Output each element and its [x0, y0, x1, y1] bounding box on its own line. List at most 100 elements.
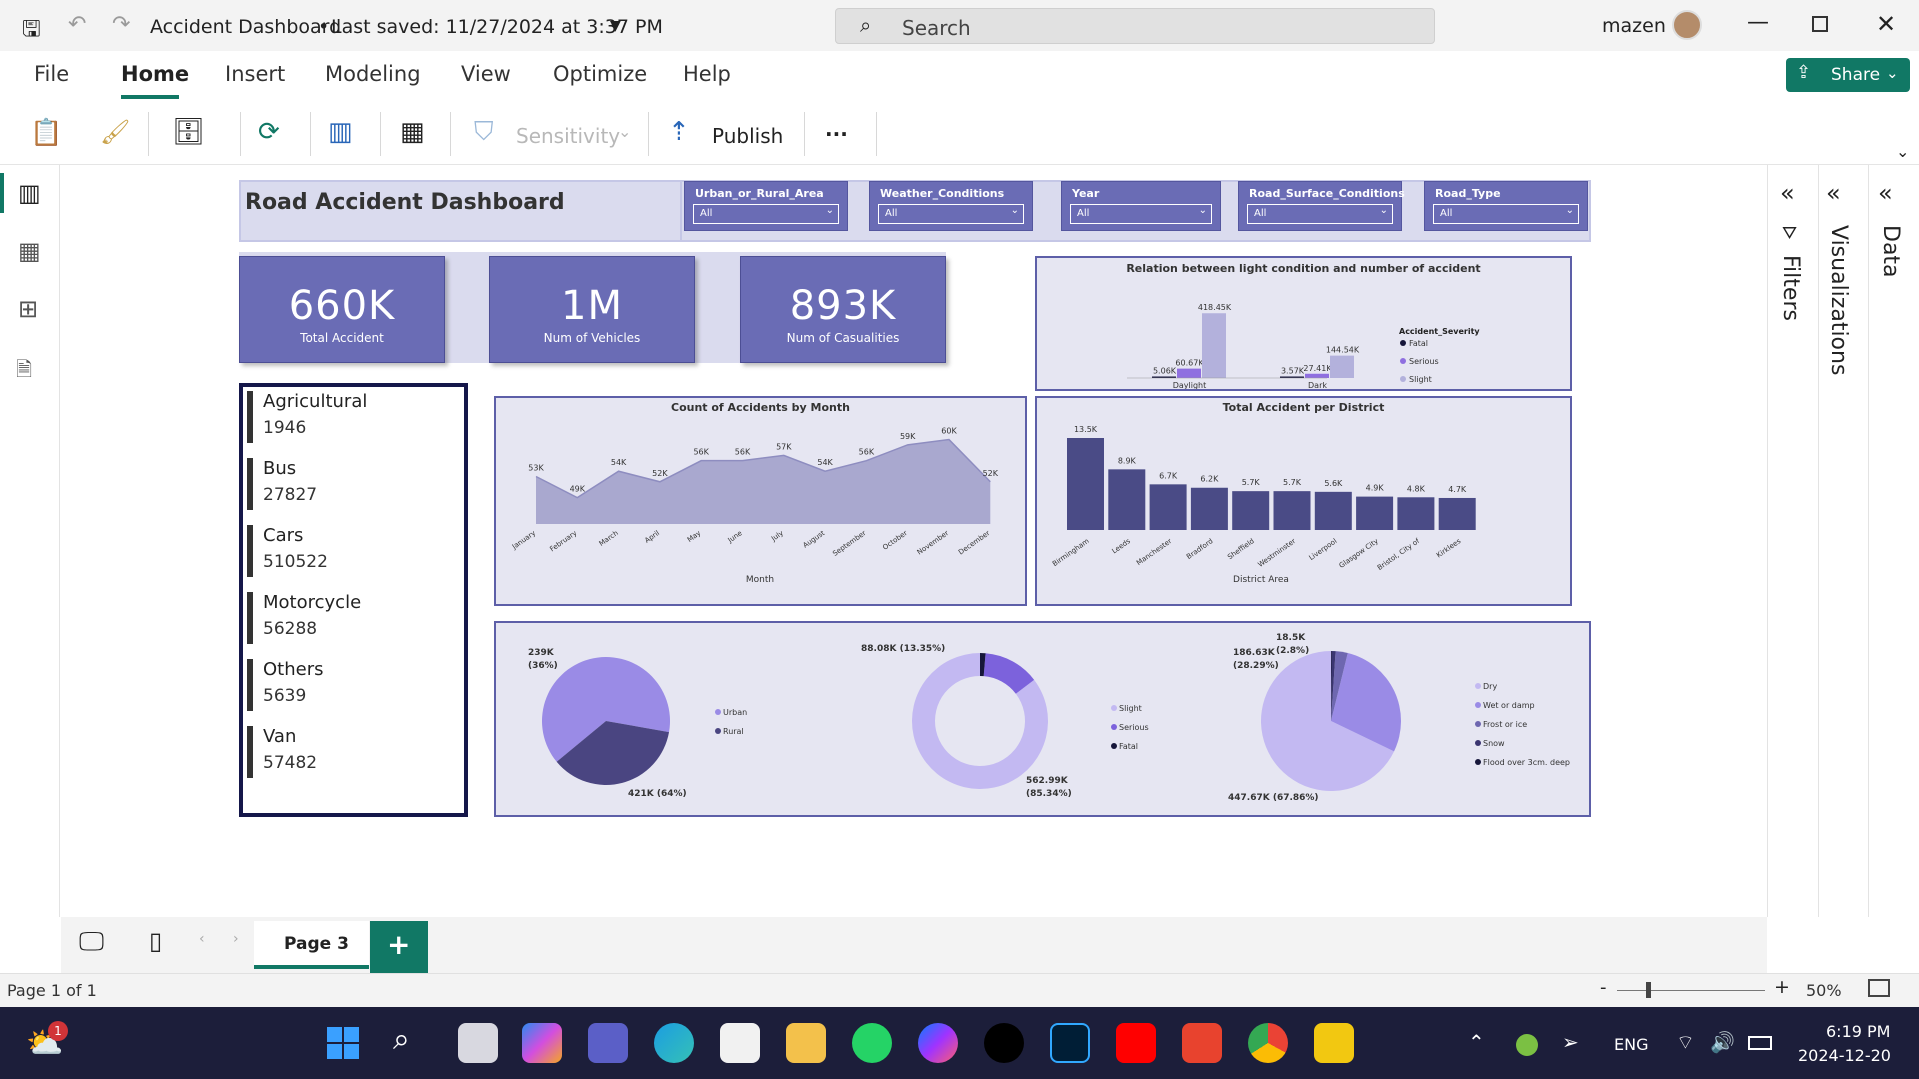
wifi-icon[interactable]: ⌔	[1676, 1030, 1695, 1055]
zoom-slider-track[interactable]	[1617, 990, 1765, 991]
filters-pane-label[interactable]: Filters	[1778, 255, 1803, 321]
pie-charts-panel[interactable]: Urban Rural 421K (64%) 239K (36%) Slight Serio…	[494, 621, 1591, 817]
search-icon[interactable]: ⌕	[393, 1022, 410, 1057]
dax-query-icon[interactable]: 🗎	[16, 355, 32, 389]
visualizations-pane-label[interactable]: Visualizations	[1826, 225, 1851, 375]
x-tick-label: May	[686, 529, 702, 544]
photoshop-icon[interactable]	[1050, 1023, 1090, 1063]
kpi-num-casualties[interactable]: 893K Num of Casualities	[740, 256, 946, 363]
legend-title: Accident_Severity	[1399, 327, 1480, 336]
wps-office-icon[interactable]	[1182, 1023, 1222, 1063]
paste-icon[interactable]: 📋	[30, 118, 62, 148]
slicer-dropdown[interactable]: All ⌄	[878, 204, 1024, 224]
location-icon[interactable]: ➢	[1562, 1030, 1579, 1054]
redo-icon[interactable]: ↷	[112, 12, 130, 37]
copilot-icon[interactable]	[522, 1023, 562, 1063]
format-painter-icon[interactable]: 🖌	[100, 118, 130, 146]
tab-help[interactable]: Help	[683, 62, 731, 86]
messenger-icon[interactable]	[918, 1023, 958, 1063]
tab-view[interactable]: View	[461, 62, 511, 86]
kpi-num-vehicles[interactable]: 1M Num of Vehicles	[489, 256, 695, 363]
avatar[interactable]	[1672, 10, 1702, 40]
slicer-dropdown[interactable]: All ⌄	[693, 204, 839, 224]
zoom-out-icon[interactable]: -	[1600, 977, 1607, 998]
chevron-up-icon[interactable]: ⌃	[1468, 1030, 1485, 1054]
minimize-icon[interactable]: —	[1747, 10, 1769, 35]
whatsapp-icon[interactable]	[852, 1023, 892, 1063]
table-view-icon[interactable]: ▦	[18, 237, 41, 265]
next-page-icon[interactable]: ›	[233, 931, 239, 947]
new-visual-icon[interactable]: ▥	[328, 117, 353, 147]
slicer-year[interactable]: Year All ⌄	[1061, 181, 1221, 231]
tab-file[interactable]: File	[34, 62, 69, 86]
refresh-icon[interactable]: ⟳	[258, 117, 280, 147]
slicer-dropdown[interactable]: All ⌄	[1433, 204, 1579, 224]
task-view-icon[interactable]	[458, 1023, 498, 1063]
close-icon[interactable]: ✕	[1876, 10, 1896, 38]
chevron-down-icon[interactable]: ▼	[610, 18, 621, 34]
slicer-road-type[interactable]: Road_Type All ⌄	[1424, 181, 1588, 231]
collapse-filters-icon[interactable]: «	[1780, 179, 1795, 207]
more-options-icon[interactable]: ···	[825, 122, 848, 146]
clock-time[interactable]: 6:19 PM	[1826, 1022, 1890, 1041]
legend-marker	[1475, 683, 1481, 689]
sensitivity-icon[interactable]: ⛉	[474, 117, 494, 148]
clock-date[interactable]: 2024-12-20	[1798, 1046, 1891, 1065]
teams-icon[interactable]	[588, 1023, 628, 1063]
chevron-down-icon: ⌄	[1198, 205, 1207, 216]
get-data-icon[interactable]: 🗄	[172, 117, 205, 147]
accidents-by-month-chart[interactable]: Count of Accidents by Month 53K January 49…	[494, 396, 1027, 606]
tab-page-3[interactable]: Page 3	[254, 921, 369, 969]
tab-home[interactable]: Home	[121, 62, 189, 86]
language-indicator[interactable]: ENG	[1614, 1035, 1648, 1054]
mobile-layout-icon[interactable]: ▯	[149, 927, 162, 955]
kpi-total-accident[interactable]: 660K Total Accident	[239, 256, 445, 363]
tiktok-icon[interactable]	[984, 1023, 1024, 1063]
tab-optimize[interactable]: Optimize	[553, 62, 647, 86]
slicer-dropdown[interactable]: All ⌄	[1070, 204, 1212, 224]
calculator-icon[interactable]: ▦	[400, 117, 425, 147]
data-pane-label[interactable]: Data	[1878, 225, 1903, 278]
collapse-ribbon-icon[interactable]: ⌄	[1896, 142, 1909, 161]
slicer-road-surface[interactable]: Road_Surface_Conditions All ⌄	[1238, 181, 1405, 231]
share-button[interactable]: ⇪ Share ⌄	[1786, 58, 1910, 92]
start-icon[interactable]	[323, 1023, 363, 1063]
store-icon[interactable]	[720, 1023, 760, 1063]
power-bi-icon[interactable]	[1314, 1023, 1354, 1063]
tab-insert[interactable]: Insert	[225, 62, 285, 86]
sensitivity-label[interactable]: Sensitivity	[516, 124, 620, 148]
data-label: 8.9K	[1118, 456, 1137, 465]
light-condition-chart[interactable]: Relation between light condition and num…	[1035, 256, 1572, 391]
tab-modeling[interactable]: Modeling	[325, 62, 421, 86]
collapse-visualizations-icon[interactable]: «	[1826, 179, 1841, 207]
save-icon[interactable]: 🖫	[22, 12, 41, 50]
add-page-button[interactable]: +	[370, 921, 428, 973]
zoom-slider-thumb[interactable]	[1646, 982, 1651, 998]
chrome-icon[interactable]	[1248, 1023, 1288, 1063]
zoom-in-icon[interactable]: +	[1774, 976, 1790, 998]
maximize-icon[interactable]	[1812, 16, 1828, 32]
publish-icon[interactable]: ⇡	[668, 117, 690, 147]
publish-button[interactable]: Publish	[712, 124, 783, 148]
fit-to-page-icon[interactable]	[1868, 979, 1890, 997]
volume-icon[interactable]: 🔊	[1710, 1030, 1735, 1054]
model-view-icon[interactable]: ⊞	[18, 295, 38, 323]
collapse-data-icon[interactable]: «	[1878, 179, 1893, 207]
vehicle-type-name: Bus	[263, 458, 297, 479]
vehicle-type-card[interactable]: Agricultural 1946 Bus 27827 Cars 510522 Motorc…	[239, 383, 468, 817]
desktop-layout-icon[interactable]: 🖵	[79, 927, 104, 958]
chevron-down-icon[interactable]: ⌄	[618, 122, 631, 141]
undo-icon[interactable]: ↶	[68, 12, 86, 37]
slicer-dropdown[interactable]: All ⌄	[1247, 204, 1393, 224]
report-view-icon[interactable]: ▥	[18, 179, 41, 207]
slicer-urban-rural[interactable]: Urban_or_Rural_Area All ⌄	[684, 181, 848, 231]
battery-icon[interactable]	[1748, 1036, 1772, 1050]
search-box[interactable]: ⌕ Search	[835, 8, 1435, 44]
slicer-weather[interactable]: Weather_Conditions All ⌄	[869, 181, 1033, 231]
tray-app-icon[interactable]	[1516, 1034, 1538, 1056]
file-explorer-icon[interactable]	[786, 1023, 826, 1063]
youtube-icon[interactable]	[1116, 1023, 1156, 1063]
accidents-per-district-chart[interactable]: Total Accident per District 13.5K Birming…	[1035, 396, 1572, 606]
prev-page-icon[interactable]: ‹	[199, 931, 205, 947]
edge-icon[interactable]	[654, 1023, 694, 1063]
